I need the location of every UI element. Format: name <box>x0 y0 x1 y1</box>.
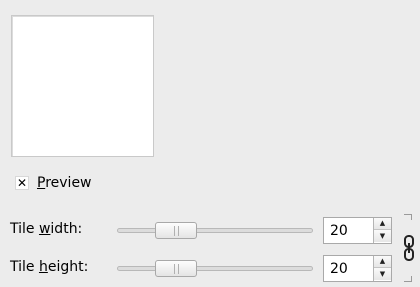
preview-checkbox-box[interactable]: ✕ <box>15 176 29 190</box>
arrow-up-icon: ▲ <box>379 219 386 227</box>
tile-height-increment-button[interactable]: ▲ <box>374 256 391 268</box>
arrow-down-icon: ▼ <box>379 231 386 240</box>
tile-height-spinbutton[interactable]: ▲ ▼ <box>323 255 392 282</box>
tile-height-slider-trough[interactable] <box>117 266 313 271</box>
tile-width-input[interactable] <box>324 218 372 243</box>
tile-height-decrement-button[interactable]: ▼ <box>374 268 391 280</box>
preview-checkbox-label: Preview <box>37 175 92 191</box>
tile-height-slider[interactable] <box>117 258 313 278</box>
tile-width-decrement-button[interactable]: ▼ <box>374 230 391 242</box>
arrow-down-icon: ▼ <box>379 269 386 278</box>
tile-height-label: Tile height: <box>10 259 88 275</box>
tile-width-increment-button[interactable]: ▲ <box>374 218 391 230</box>
tile-width-slider[interactable] <box>117 220 313 240</box>
chain-toggle-button[interactable] <box>401 214 417 282</box>
tile-width-label-rest: idth: <box>50 221 83 237</box>
arrow-up-icon: ▲ <box>379 257 386 265</box>
chain-bracket-top <box>404 214 412 220</box>
tile-height-row: Tile height: ▲ ▼ <box>0 254 420 282</box>
chain-bracket-bottom <box>404 276 412 282</box>
preview-checkbox[interactable]: ✕ Preview <box>15 175 92 191</box>
tile-width-mnemonic: w <box>38 221 51 237</box>
tile-width-row: Tile width: ▲ ▼ <box>0 216 420 244</box>
chain-link-icon <box>404 235 414 261</box>
tile-height-label-rest: eight: <box>47 259 89 275</box>
tile-height-slider-thumb[interactable] <box>155 260 197 277</box>
tile-width-spinbutton[interactable]: ▲ ▼ <box>323 217 392 244</box>
tile-height-label-prefix: Tile <box>10 259 39 275</box>
preview-area <box>11 15 154 157</box>
preview-mnemonic: P <box>37 175 46 191</box>
tile-height-mnemonic: h <box>38 259 48 275</box>
tile-width-slider-thumb[interactable] <box>155 222 197 239</box>
tile-height-input[interactable] <box>324 256 372 281</box>
tile-width-label: Tile width: <box>10 221 82 237</box>
preview-label-rest: review <box>45 175 92 191</box>
tile-width-label-prefix: Tile <box>10 221 39 237</box>
tile-width-slider-trough[interactable] <box>117 228 313 233</box>
